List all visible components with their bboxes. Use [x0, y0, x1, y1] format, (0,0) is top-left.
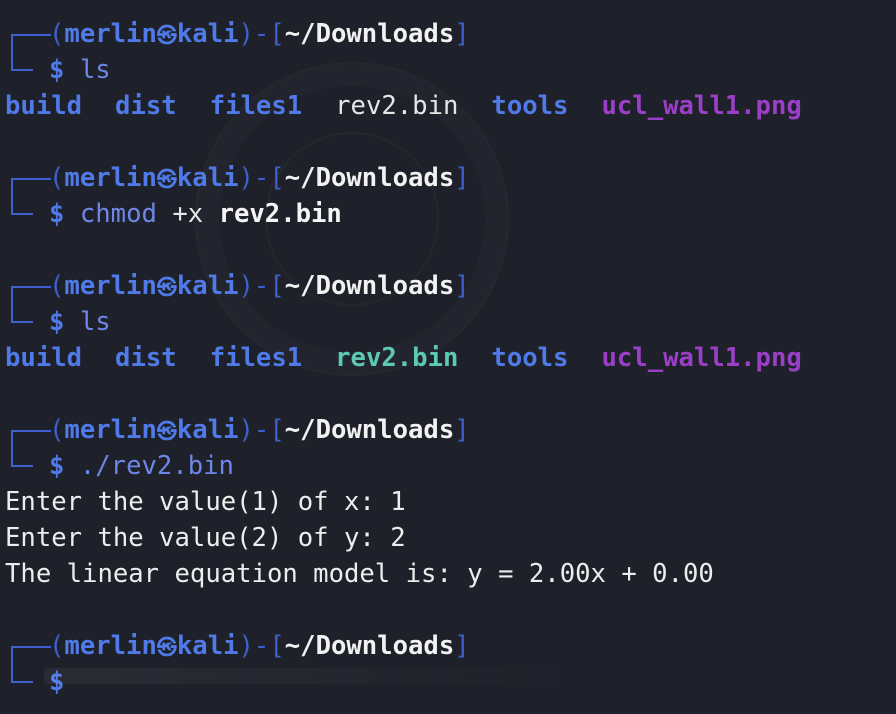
prompt-frame-top	[5, 16, 51, 52]
dir-entry: dist	[115, 91, 177, 121]
prompt-symbol: $	[49, 199, 65, 229]
prompt-frame-top	[5, 628, 51, 664]
command-text: ./rev2.bin	[79, 451, 234, 481]
prompt-user: merlin	[64, 19, 157, 49]
prompt-user: merlin	[64, 631, 157, 661]
prompt-frame-top	[5, 160, 51, 196]
dir-entry: files1	[209, 343, 303, 373]
executable-file-entry: rev2.bin	[335, 343, 459, 373]
prompt-line: (merlin㉿kali)-[~/Downloads]	[5, 412, 896, 448]
program-output-line: Enter the value(1) of x: 1	[5, 487, 406, 517]
prompt-host: kali	[176, 163, 239, 193]
dir-entry: tools	[491, 343, 569, 373]
prompt-frame-bottom	[5, 448, 49, 484]
prompt-host: kali	[176, 19, 239, 49]
terminal-output[interactable]: (merlin㉿kali)-[~/Downloads] $ ls build di…	[5, 16, 896, 700]
prompt-frame-top	[5, 412, 51, 448]
command-text: ls	[79, 55, 111, 85]
prompt-frame-bottom	[5, 304, 49, 340]
command-target: rev2.bin	[218, 199, 342, 229]
prompt-at-symbol: ㉿	[156, 275, 177, 299]
dir-entry: dist	[115, 343, 177, 373]
prompt-host: kali	[176, 631, 239, 661]
dir-entry: build	[5, 91, 83, 121]
command-line: $ chmod +x rev2.bin	[5, 196, 896, 232]
prompt-at-symbol: ㉿	[156, 167, 177, 191]
dir-entry: build	[5, 343, 83, 373]
command-text: chmod	[79, 199, 157, 229]
prompt-path: ~/Downloads	[284, 271, 455, 301]
ls-output: build dist files1 rev2.bin tools ucl_wall1.pn…	[5, 88, 896, 124]
prompt-user: merlin	[64, 163, 157, 193]
prompt-at-symbol: ㉿	[156, 635, 177, 659]
program-output-line: Enter the value(2) of y: 2	[5, 523, 406, 553]
prompt-host: kali	[176, 271, 239, 301]
prompt-path: ~/Downloads	[284, 415, 455, 445]
prompt-frame-bottom	[5, 664, 49, 700]
image-file-entry: ucl_wall1.png	[601, 343, 802, 373]
prompt-path: ~/Downloads	[284, 163, 455, 193]
prompt-symbol: $	[49, 451, 65, 481]
input-line-highlight	[44, 668, 584, 684]
prompt-path: ~/Downloads	[284, 631, 455, 661]
prompt-at-symbol: ㉿	[156, 419, 177, 443]
prompt-frame-top	[5, 268, 51, 304]
prompt-symbol: $	[49, 307, 65, 337]
prompt-path: ~/Downloads	[284, 19, 455, 49]
prompt-line: (merlin㉿kali)-[~/Downloads]	[5, 628, 896, 664]
command-line: $ ls	[5, 52, 896, 88]
command-line: $ ls	[5, 304, 896, 340]
command-line: $ ./rev2.bin	[5, 448, 896, 484]
ls-output: build dist files1 rev2.bin tools ucl_wall1.pn…	[5, 340, 896, 376]
prompt-line: (merlin㉿kali)-[~/Downloads]	[5, 268, 896, 304]
prompt-symbol: $	[49, 55, 65, 85]
prompt-line: (merlin㉿kali)-[~/Downloads]	[5, 160, 896, 196]
command-arg: +x	[172, 199, 204, 229]
program-output-line: The linear equation model is: y = 2.00x …	[5, 559, 714, 589]
dir-entry: files1	[209, 91, 303, 121]
prompt-line: (merlin㉿kali)-[~/Downloads]	[5, 16, 896, 52]
prompt-user: merlin	[64, 271, 157, 301]
image-file-entry: ucl_wall1.png	[601, 91, 802, 121]
prompt-frame-bottom	[5, 52, 49, 88]
prompt-host: kali	[176, 415, 239, 445]
prompt-frame-bottom	[5, 196, 49, 232]
prompt-user: merlin	[64, 415, 157, 445]
dir-entry: tools	[491, 91, 569, 121]
file-entry: rev2.bin	[335, 91, 459, 121]
command-text: ls	[79, 307, 111, 337]
prompt-at-symbol: ㉿	[156, 23, 177, 47]
